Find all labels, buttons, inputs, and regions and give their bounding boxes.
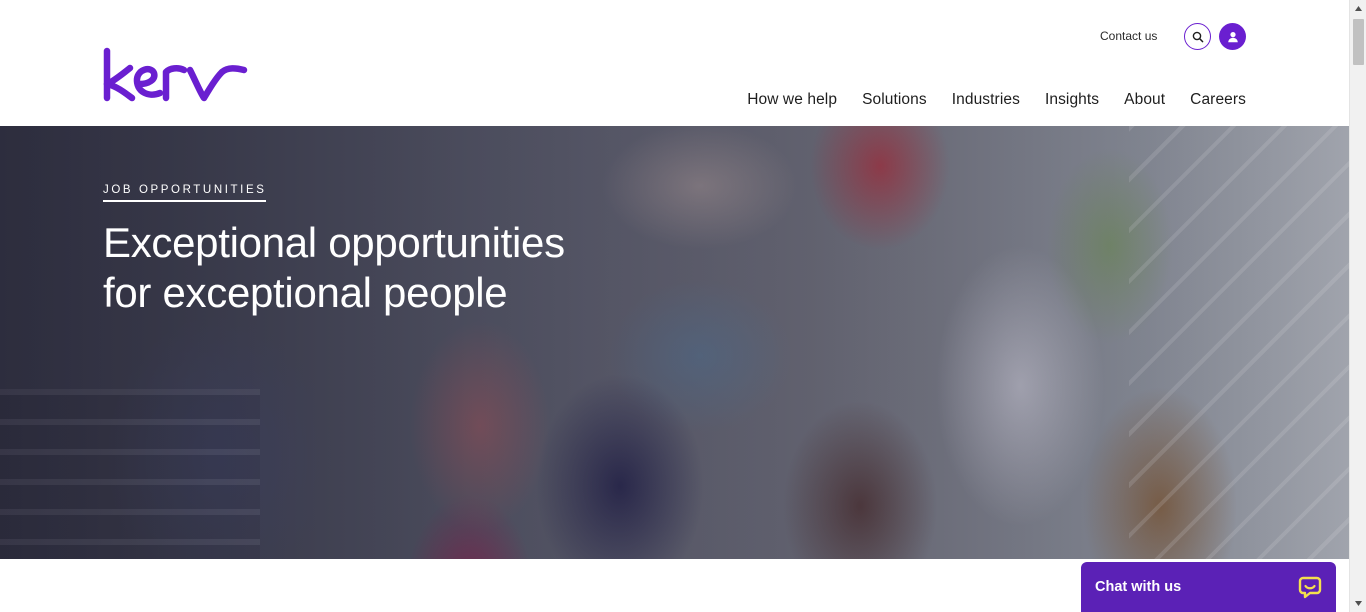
careers-page: Contact us How we help Solutions Industr… <box>0 0 1366 612</box>
chat-bubble-icon <box>1298 576 1322 599</box>
site-header: Contact us How we help Solutions Industr… <box>0 0 1349 126</box>
user-icon <box>1227 31 1238 42</box>
nav-item-solutions[interactable]: Solutions <box>862 91 927 109</box>
chat-widget-button[interactable]: Chat with us <box>1081 562 1336 612</box>
page-scrollbar[interactable] <box>1349 0 1366 612</box>
hero-banner: JOB OPPORTUNITIES Exceptional opportunit… <box>0 126 1349 559</box>
nav-item-insights[interactable]: Insights <box>1045 91 1099 109</box>
search-button[interactable] <box>1184 23 1211 50</box>
search-icon <box>1192 31 1203 42</box>
hero-title: Exceptional opportunities for exceptiona… <box>103 219 565 316</box>
contact-us-link[interactable]: Contact us <box>1100 29 1157 43</box>
kerv-logo[interactable] <box>100 46 250 104</box>
scroll-thumb[interactable] <box>1353 19 1364 65</box>
nav-item-industries[interactable]: Industries <box>952 91 1020 109</box>
hero-eyebrow: JOB OPPORTUNITIES <box>103 184 267 202</box>
nav-item-careers[interactable]: Careers <box>1190 91 1246 109</box>
scroll-down-arrow-icon[interactable] <box>1350 595 1366 612</box>
chat-label: Chat with us <box>1095 579 1182 595</box>
kerv-logo-mark <box>103 47 248 102</box>
scroll-up-arrow-icon[interactable] <box>1350 0 1366 17</box>
nav-item-how-we-help[interactable]: How we help <box>747 91 837 109</box>
main-nav: How we help Solutions Industries Insight… <box>722 91 1246 109</box>
nav-item-about[interactable]: About <box>1124 91 1165 109</box>
account-button[interactable] <box>1219 23 1246 50</box>
